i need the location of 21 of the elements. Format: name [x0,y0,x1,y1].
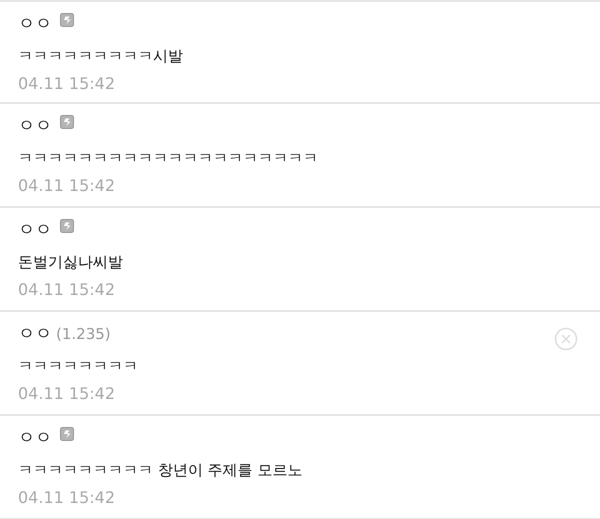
author-name: ㅇㅇ [18,219,52,242]
member-badge-icon [60,13,74,27]
author-name: ㅇㅇ [18,323,52,346]
comment-text: ㅋㅋㅋㅋㅋㅋㅋㅋ [18,356,139,377]
comment-time: 04.11 15:42 [18,383,116,405]
delete-button[interactable] [554,326,578,350]
comment-time: 04.11 15:42 [18,279,116,301]
author-name: ㅇㅇ [18,427,52,450]
comment-time: 04.11 15:42 [18,175,116,197]
member-badge-icon [60,427,74,441]
ip-address: (1.235) [56,324,111,345]
member-badge-icon [60,219,74,233]
comment-text: ㅋㅋㅋㅋㅋㅋㅋㅋㅋ 창년이 주제를 모르노 [18,460,304,481]
comment-text: 돈벌기싫나씨발 [18,252,124,273]
comment-text: ㅋㅋㅋㅋㅋㅋㅋㅋㅋㅋㅋㅋㅋㅋㅋㅋㅋㅋㅋㅋ [18,148,319,169]
author-name: ㅇㅇ [18,13,52,36]
comment-time: 04.11 15:42 [18,487,116,509]
comment-text: ㅋㅋㅋㅋㅋㅋㅋㅋㅋ시발 [18,46,184,67]
member-badge-icon [60,115,74,129]
comment-time: 04.11 15:42 [18,73,116,95]
author-name: ㅇㅇ [18,115,52,138]
